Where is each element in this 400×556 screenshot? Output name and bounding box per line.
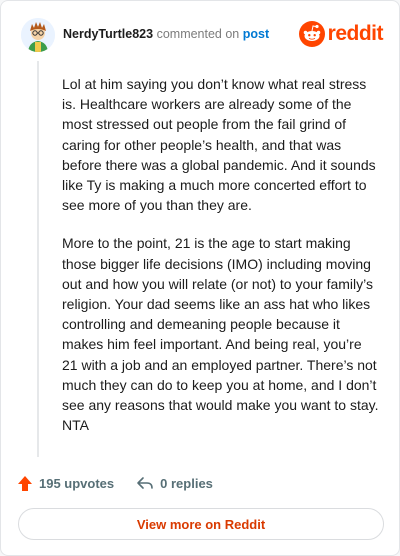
commented-on-label: commented on [156,27,240,41]
byline: NerdyTurtle823 commented on post [63,27,269,41]
comment-header: NerdyTurtle823 commented on post reddit [17,15,384,55]
thread-line[interactable] [37,61,39,457]
post-link[interactable]: post [243,27,269,41]
comment-paragraph: Lol at him saying you don’t know what re… [62,76,376,214]
reddit-wordmark: reddit [327,22,384,45]
reddit-brand[interactable]: reddit [298,21,384,47]
reply-count: 0 replies [160,475,213,491]
reply-icon [137,477,153,489]
comment-paragraph: More to the point, 21 is the age to star… [62,235,379,434]
view-more-button[interactable]: View more on Reddit [18,508,384,540]
upvote-button[interactable]: 195 upvotes [17,475,114,492]
avatar-icon [21,18,55,52]
embed-card: NerdyTurtle823 commented on post reddit … [0,0,400,556]
avatar[interactable] [21,18,55,52]
upvote-arrow-icon [18,475,32,491]
upvote-count: 195 upvotes [39,475,115,491]
reddit-logo-icon [298,21,325,47]
username-link[interactable]: NerdyTurtle823 [63,27,153,41]
comment-actions: 195 upvotes 0 replies [17,473,213,493]
reply-button[interactable]: 0 replies [136,475,213,491]
comment-body: Lol at him saying you don’t know what re… [62,74,380,453]
